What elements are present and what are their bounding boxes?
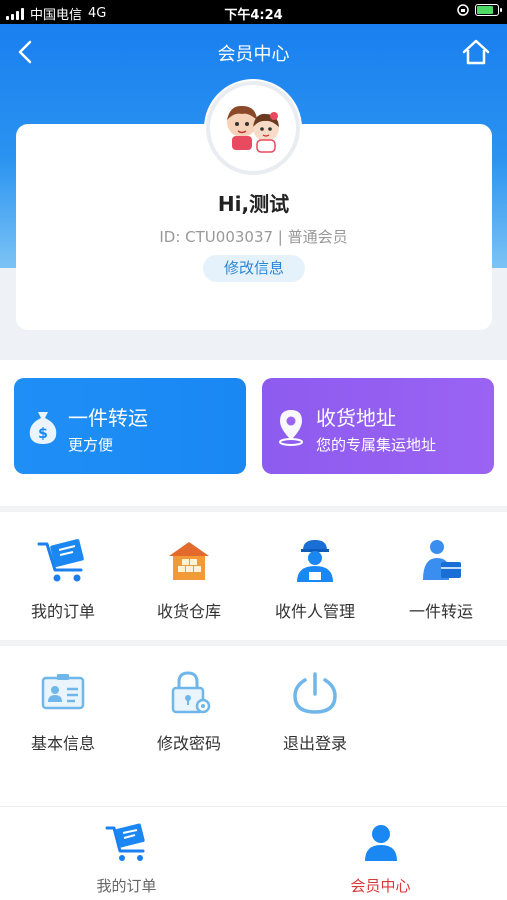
menu-label: 基本信息 bbox=[30, 734, 95, 753]
power-icon bbox=[293, 672, 337, 714]
menu-label: 一件转运 bbox=[408, 602, 473, 621]
forwarding-card[interactable]: $ 一件转运 更方便 bbox=[14, 378, 246, 474]
warehouse-icon bbox=[169, 542, 209, 580]
courier-icon bbox=[297, 540, 333, 582]
forwarding-title: 一件转运 bbox=[68, 406, 148, 430]
cartoon-couple-icon bbox=[227, 105, 279, 153]
menu-item-warehouse[interactable]: 收货仓库 bbox=[126, 538, 252, 622]
menu-item-logout[interactable]: 退出登录 bbox=[252, 670, 378, 754]
menu-item-my-orders[interactable]: 我的订单 bbox=[0, 538, 126, 622]
status-bar: 中国电信 4G 下午4:24 bbox=[0, 0, 507, 24]
menu-item-forwarding[interactable]: 一件转运 bbox=[378, 538, 504, 622]
cart-icon bbox=[37, 539, 84, 582]
id-card-icon bbox=[41, 674, 85, 710]
user-icon bbox=[364, 825, 397, 861]
money-bag-icon: $ bbox=[29, 412, 57, 444]
edit-profile-button[interactable]: 修改信息 bbox=[203, 255, 305, 282]
member-id: ID: CTU003037 | 普通会员 bbox=[159, 228, 348, 246]
tab-bar: 我的订单 会员中心 bbox=[0, 806, 507, 900]
home-icon[interactable] bbox=[461, 38, 491, 66]
menu-label: 收件人管理 bbox=[274, 602, 355, 621]
cart-icon bbox=[105, 823, 145, 861]
address-title: 收货地址 bbox=[316, 406, 396, 430]
menu-section-account: 基本信息 修改密码 退出登录 bbox=[0, 646, 507, 806]
menu-label: 我的订单 bbox=[30, 602, 95, 621]
package-person-icon bbox=[423, 540, 461, 580]
address-subtitle: 您的专属集运地址 bbox=[316, 436, 437, 454]
tab-member-center[interactable]: 会员中心 bbox=[254, 823, 507, 896]
quick-actions: $ 一件转运 更方便 收货地址 您的专属集运地址 bbox=[0, 360, 507, 506]
tab-my-orders[interactable]: 我的订单 bbox=[0, 823, 253, 896]
clock: 下午4:24 bbox=[224, 8, 283, 23]
tab-label: 会员中心 bbox=[350, 877, 411, 895]
menu-item-change-password[interactable]: 修改密码 bbox=[126, 670, 252, 754]
menu-item-basic-info[interactable]: 基本信息 bbox=[0, 670, 126, 754]
lock-icon bbox=[171, 671, 211, 714]
menu-label: 修改密码 bbox=[156, 734, 221, 753]
menu-section-orders: 我的订单 收货仓库 收件人管理 一件转运 bbox=[0, 512, 507, 640]
forwarding-subtitle: 更方便 bbox=[68, 436, 114, 454]
greeting: Hi,测试 bbox=[217, 192, 290, 216]
tab-label: 我的订单 bbox=[96, 877, 157, 895]
avatar[interactable] bbox=[206, 81, 300, 175]
menu-label: 收货仓库 bbox=[156, 602, 221, 621]
battery-icon bbox=[475, 4, 502, 16]
svg-text:$: $ bbox=[38, 426, 48, 442]
menu-label: 退出登录 bbox=[282, 734, 347, 753]
menu-item-recipients[interactable]: 收件人管理 bbox=[252, 538, 378, 622]
address-card[interactable]: 收货地址 您的专属集运地址 bbox=[262, 378, 494, 474]
location-pin-icon bbox=[279, 410, 303, 446]
page-title: 会员中心 bbox=[217, 44, 290, 65]
rotation-lock-icon bbox=[457, 4, 469, 16]
